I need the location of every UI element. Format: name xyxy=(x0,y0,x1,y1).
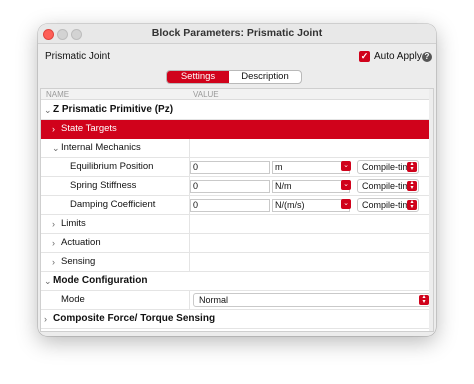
damping-unit-field[interactable]: N/(m/s) xyxy=(272,199,350,212)
row-label: Actuation xyxy=(61,237,101,248)
damping-mode-select[interactable]: Compile-time ▴ ▾ xyxy=(357,198,419,212)
dropdown-arrow-icon[interactable]: ⌄ xyxy=(341,180,351,190)
vertical-scrollbar[interactable] xyxy=(429,89,433,331)
help-icon[interactable]: ? xyxy=(422,52,432,62)
chevron-right-icon[interactable]: › xyxy=(44,310,47,328)
row-mode: Mode Normal ▴ ▾ xyxy=(41,291,431,310)
row-equilibrium-position: Equilibrium Position 0 m ⌄ Compile-time … xyxy=(41,158,431,177)
row-state-targets[interactable]: › State Targets xyxy=(41,120,431,139)
row-spring-stiffness: Spring Stiffness 0 N/m ⌄ Compile-time ▴ ▾ xyxy=(41,177,431,196)
tab-description[interactable]: Description xyxy=(229,71,301,83)
column-divider xyxy=(189,139,190,157)
section-label: Mode Configuration xyxy=(53,275,148,286)
value-column-header: VALUE xyxy=(193,90,219,99)
tab-settings[interactable]: Settings xyxy=(167,71,229,83)
param-label: Mode xyxy=(61,294,85,305)
row-label: Limits xyxy=(61,218,86,229)
dropdown-arrow-icon[interactable]: ⌄ xyxy=(341,199,351,209)
damping-value-input[interactable]: 0 xyxy=(190,199,270,212)
dropdown-arrow-icon[interactable]: ⌄ xyxy=(341,161,351,171)
name-column-header: NAME xyxy=(46,90,70,99)
up-down-arrows-icon[interactable]: ▴ ▾ xyxy=(407,161,417,172)
tab-bar: Settings Description xyxy=(166,70,302,84)
stiffness-value-input[interactable]: 0 xyxy=(190,180,270,193)
row-limits[interactable]: › Limits xyxy=(41,215,431,234)
equilibrium-unit-field[interactable]: m xyxy=(272,161,350,174)
stiffness-unit-field[interactable]: N/m xyxy=(272,180,350,193)
chevron-down-icon[interactable]: ⌄ xyxy=(44,101,52,119)
auto-apply-checkbox[interactable]: ✓ xyxy=(359,51,370,62)
param-label: Spring Stiffness xyxy=(70,180,137,191)
up-down-arrows-icon[interactable]: ▴ ▾ xyxy=(407,199,417,210)
window-title: Block Parameters: Prismatic Joint xyxy=(151,27,323,39)
parameter-table: NAME VALUE ⌄ Z Prismatic Primitive (Pz) … xyxy=(40,88,434,332)
param-label: Damping Coefficient xyxy=(70,199,156,210)
chevron-down-icon[interactable]: ⌄ xyxy=(52,139,60,157)
column-divider xyxy=(189,291,190,309)
up-down-arrows-icon[interactable]: ▴ ▾ xyxy=(419,294,429,305)
section-mode-configuration[interactable]: ⌄ Mode Configuration xyxy=(41,272,431,291)
column-divider xyxy=(189,215,190,233)
equilibrium-mode-select[interactable]: Compile-time ▴ ▾ xyxy=(357,160,419,174)
column-divider xyxy=(189,234,190,252)
section-primitive[interactable]: ⌄ Z Prismatic Primitive (Pz) xyxy=(41,101,431,120)
auto-apply[interactable]: ✓ Auto Apply xyxy=(359,51,422,62)
param-label: Equilibrium Position xyxy=(70,161,154,172)
equilibrium-value-input[interactable]: 0 xyxy=(190,161,270,174)
row-label: Sensing xyxy=(61,256,96,267)
chevron-right-icon[interactable]: › xyxy=(52,120,55,138)
column-header: NAME VALUE xyxy=(41,89,433,100)
up-down-arrows-icon[interactable]: ▴ ▾ xyxy=(407,180,417,191)
chevron-right-icon[interactable]: › xyxy=(52,253,55,271)
block-name: Prismatic Joint xyxy=(45,51,111,62)
row-internal-mechanics[interactable]: ⌄ Internal Mechanics xyxy=(41,139,431,158)
chevron-right-icon[interactable]: › xyxy=(52,234,55,252)
stiffness-mode-select[interactable]: Compile-time ▴ ▾ xyxy=(357,179,419,193)
row-sensing[interactable]: › Sensing xyxy=(41,253,431,272)
title-bar[interactable]: Block Parameters: Prismatic Joint xyxy=(38,24,436,44)
chevron-right-icon[interactable]: › xyxy=(52,215,55,233)
section-composite-sensing[interactable]: › Composite Force/ Torque Sensing xyxy=(41,310,431,329)
mode-select[interactable]: Normal ▴ ▾ xyxy=(193,293,431,307)
auto-apply-label: Auto Apply xyxy=(374,51,422,62)
chevron-down-icon[interactable]: ⌄ xyxy=(44,272,52,290)
row-actuation[interactable]: › Actuation xyxy=(41,234,431,253)
section-label: Composite Force/ Torque Sensing xyxy=(53,313,216,324)
block-parameters-dialog: Block Parameters: Prismatic Joint Prisma… xyxy=(38,24,436,336)
row-label: Internal Mechanics xyxy=(61,142,141,153)
row-label: State Targets xyxy=(61,123,117,134)
section-label: Z Prismatic Primitive (Pz) xyxy=(53,104,174,115)
column-divider xyxy=(189,253,190,271)
row-damping-coefficient: Damping Coefficient 0 N/(m/s) ⌄ Compile-… xyxy=(41,196,431,215)
mode-value: Normal xyxy=(199,295,229,305)
